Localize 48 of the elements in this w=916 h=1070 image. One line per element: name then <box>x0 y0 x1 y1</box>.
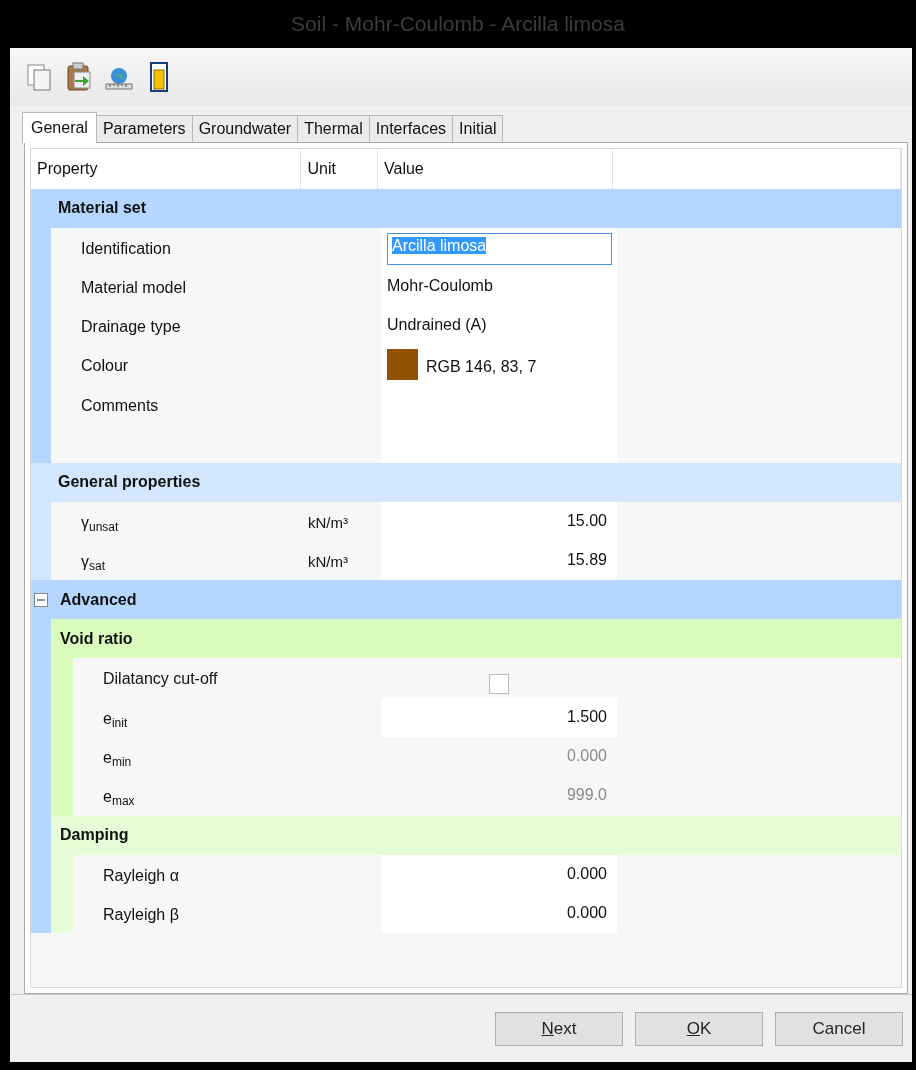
group-title: Advanced <box>60 589 137 610</box>
comments-field[interactable] <box>381 384 617 463</box>
value-cell: Mohr-Coulomb <box>381 266 617 307</box>
group-title: Damping <box>60 825 129 846</box>
property-label: Material model <box>81 278 186 296</box>
dialog-button[interactable]: Cancel <box>775 1011 903 1046</box>
tab[interactable]: Interfaces <box>368 114 454 142</box>
value-field[interactable]: 0.000 <box>381 854 617 894</box>
property-label: Rayleigh α <box>103 866 179 884</box>
property-label: γ$_{unsat}$ <box>81 513 119 531</box>
minus-icon[interactable] <box>34 592 48 607</box>
value-field[interactable]: 1.500 <box>381 697 617 737</box>
dialog-button[interactable]: OK <box>635 1011 763 1046</box>
checkbox[interactable] <box>489 674 509 695</box>
unit-label: kN/m³ <box>308 553 348 571</box>
property-label: Drainage type <box>81 318 181 336</box>
property-label: Rayleigh β <box>103 905 179 923</box>
property-label: Dilatancy cut-off <box>103 670 218 688</box>
unit-label: kN/m³ <box>308 513 348 531</box>
tab[interactable]: Thermal <box>297 114 370 142</box>
colour-swatch[interactable] <box>387 349 418 381</box>
property-label: e$_{max}$ <box>103 788 135 806</box>
property-label: Comments <box>81 396 159 414</box>
property-label: γ$_{sat}$ <box>81 553 105 571</box>
tab[interactable]: General <box>22 111 97 143</box>
tab[interactable]: Initial <box>452 114 504 142</box>
column-header: Property <box>37 159 98 177</box>
value-text: RGB 146, 83, 7 <box>426 358 537 376</box>
paste-icon[interactable] <box>64 60 94 93</box>
value-field[interactable]: 0.000 <box>381 893 617 934</box>
property-label: e$_{init}$ <box>103 709 128 727</box>
group-title: General properties <box>58 472 201 493</box>
column-header: Unit <box>307 159 336 177</box>
tab[interactable]: Groundwater <box>191 114 299 142</box>
value-field: 0.000 <box>381 736 617 777</box>
value-field[interactable]: 15.89 <box>381 541 617 581</box>
value-cell: Undrained (A) <box>381 306 617 346</box>
group-title: Void ratio <box>60 628 133 649</box>
dialog-button[interactable]: Next <box>495 1011 623 1046</box>
value-field: 999.0 <box>381 776 617 816</box>
column-header: Value <box>384 159 424 177</box>
property-label: e$_{min}$ <box>103 748 132 766</box>
tab[interactable]: Parameters <box>95 114 193 142</box>
property-label: Colour <box>81 357 129 375</box>
property-label: Identification <box>81 239 171 257</box>
window-title: Soil - Mohr-Coulomb - Arcilla limosa <box>291 11 625 38</box>
group-title: Material set <box>58 198 147 219</box>
value-field[interactable]: 15.00 <box>381 501 617 542</box>
